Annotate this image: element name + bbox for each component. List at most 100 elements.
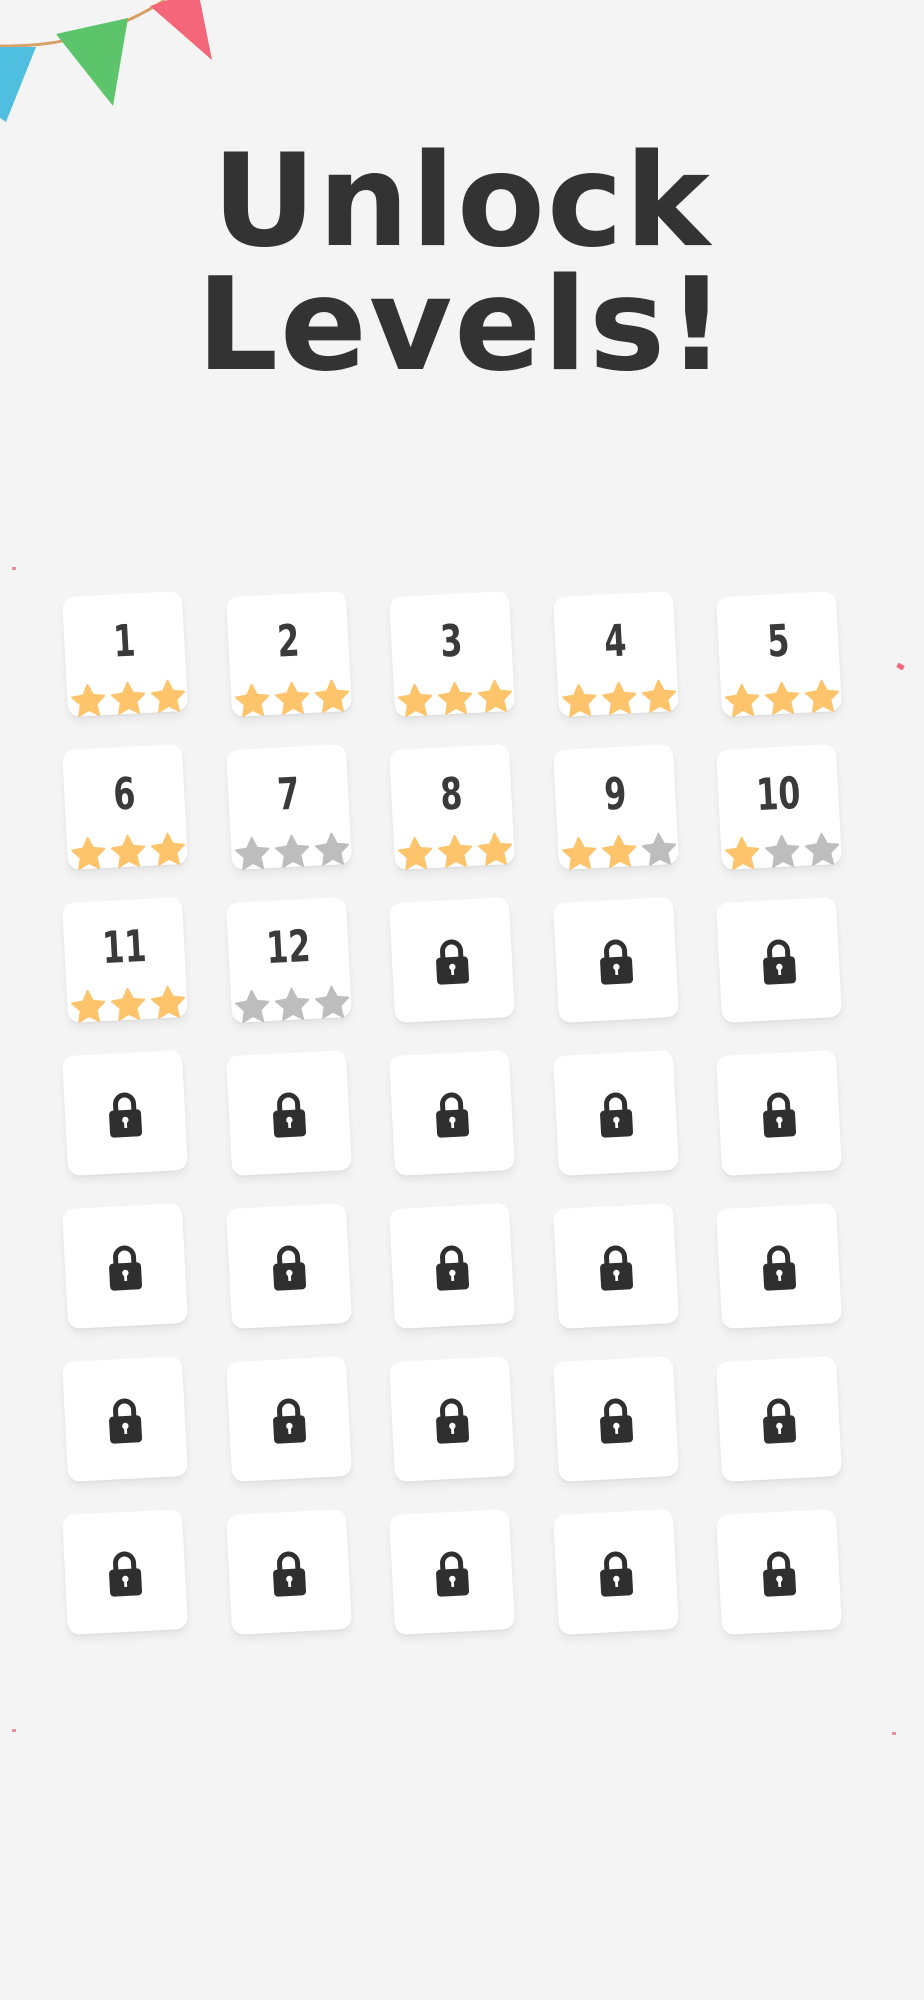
level-tile-9[interactable]: 9 [552, 743, 679, 871]
level-tile-12[interactable]: 12 [225, 896, 352, 1024]
lock-icon [436, 1245, 470, 1291]
confetti-piece [892, 1732, 896, 1735]
lock-icon [763, 939, 797, 985]
level-tile-locked[interactable] [61, 1202, 189, 1330]
level-tile-locked[interactable] [61, 1508, 189, 1636]
star-rating [722, 830, 842, 874]
level-tile-locked[interactable] [225, 1049, 352, 1177]
level-tile-locked[interactable] [388, 1508, 516, 1636]
star-rating [722, 677, 842, 721]
star-filled-icon [561, 836, 596, 870]
level-tile-7[interactable]: 7 [225, 743, 352, 871]
level-tile-locked[interactable] [715, 1202, 843, 1330]
lock-icon [436, 1398, 470, 1444]
level-tile-locked[interactable] [388, 1202, 516, 1330]
level-tile-locked[interactable] [715, 1049, 843, 1177]
title-line-1: Unlock [212, 127, 712, 276]
level-tile-locked[interactable] [552, 1049, 679, 1177]
star-filled-icon [765, 681, 800, 715]
star-filled-icon [234, 683, 269, 717]
level-tile-locked[interactable] [552, 1355, 679, 1483]
level-tile-4[interactable]: 4 [552, 590, 679, 718]
level-tile-locked[interactable] [552, 896, 679, 1024]
lock-icon [436, 1092, 470, 1138]
level-tile-locked[interactable] [388, 1049, 516, 1177]
level-tile-locked[interactable] [715, 1508, 843, 1636]
star-empty-icon [274, 834, 309, 868]
star-filled-icon [150, 832, 186, 866]
lock-icon [436, 939, 470, 985]
level-tile-11[interactable]: 11 [61, 896, 189, 1024]
star-filled-icon [111, 987, 146, 1021]
star-filled-icon [71, 836, 106, 870]
level-tile-locked[interactable] [61, 1049, 189, 1177]
level-number: 7 [275, 768, 301, 821]
level-tile-locked[interactable] [388, 1355, 516, 1483]
lock-icon [599, 1245, 633, 1291]
level-number: 1 [112, 615, 137, 668]
star-filled-icon [601, 834, 636, 868]
star-filled-icon [561, 683, 596, 717]
level-number: 11 [100, 920, 148, 975]
star-rating [232, 830, 352, 874]
lock-icon [763, 1398, 797, 1444]
level-tile-locked[interactable] [225, 1202, 352, 1330]
star-filled-icon [725, 836, 760, 870]
star-filled-icon [477, 679, 513, 713]
star-rating [68, 983, 188, 1027]
level-tile-locked[interactable] [61, 1355, 189, 1483]
level-tile-3[interactable]: 3 [388, 590, 516, 718]
star-empty-icon [314, 832, 349, 866]
star-empty-icon [234, 989, 269, 1023]
star-empty-icon [641, 832, 676, 866]
star-empty-icon [234, 836, 269, 870]
level-tile-locked[interactable] [225, 1508, 352, 1636]
star-filled-icon [111, 834, 146, 868]
level-number: 5 [766, 615, 791, 668]
star-filled-icon [150, 985, 186, 1019]
star-filled-icon [150, 679, 186, 713]
lock-icon [109, 1092, 143, 1138]
star-filled-icon [71, 683, 106, 717]
lock-icon [763, 1551, 797, 1597]
level-grid: 1 2 3 4 5 6 7 8 9 10 11 12 [61, 590, 855, 1636]
star-rating [559, 677, 679, 721]
confetti-piece [12, 567, 16, 570]
level-tile-locked[interactable] [715, 1355, 843, 1483]
page-title: Unlock Levels! [0, 127, 924, 400]
star-filled-icon [398, 683, 433, 717]
star-rating [68, 830, 188, 874]
lock-icon [272, 1092, 306, 1138]
level-number: 6 [112, 768, 137, 821]
star-filled-icon [71, 989, 106, 1023]
title-line-2: Levels! [196, 251, 728, 400]
star-filled-icon [438, 834, 473, 868]
level-tile-1[interactable]: 1 [61, 590, 189, 718]
star-empty-icon [804, 832, 840, 866]
level-tile-5[interactable]: 5 [715, 590, 843, 718]
level-tile-locked[interactable] [715, 896, 843, 1024]
level-tile-6[interactable]: 6 [61, 743, 189, 871]
level-tile-locked[interactable] [225, 1355, 352, 1483]
star-empty-icon [765, 834, 800, 868]
level-tile-locked[interactable] [388, 896, 516, 1024]
star-filled-icon [274, 681, 309, 715]
level-number: 10 [754, 767, 802, 822]
star-rating [232, 983, 352, 1027]
level-tile-2[interactable]: 2 [225, 590, 352, 718]
lock-icon [272, 1245, 306, 1291]
level-number: 8 [439, 768, 464, 821]
level-tile-locked[interactable] [552, 1508, 679, 1636]
confetti-piece [12, 1729, 16, 1732]
level-tile-locked[interactable] [552, 1202, 679, 1330]
star-filled-icon [804, 679, 840, 713]
star-empty-icon [314, 985, 349, 1019]
level-number: 4 [602, 615, 628, 668]
level-tile-8[interactable]: 8 [388, 743, 516, 871]
lock-icon [272, 1398, 306, 1444]
level-tile-10[interactable]: 10 [715, 743, 843, 871]
lock-icon [436, 1551, 470, 1597]
star-filled-icon [438, 681, 473, 715]
lock-icon [599, 1398, 633, 1444]
star-filled-icon [111, 681, 146, 715]
